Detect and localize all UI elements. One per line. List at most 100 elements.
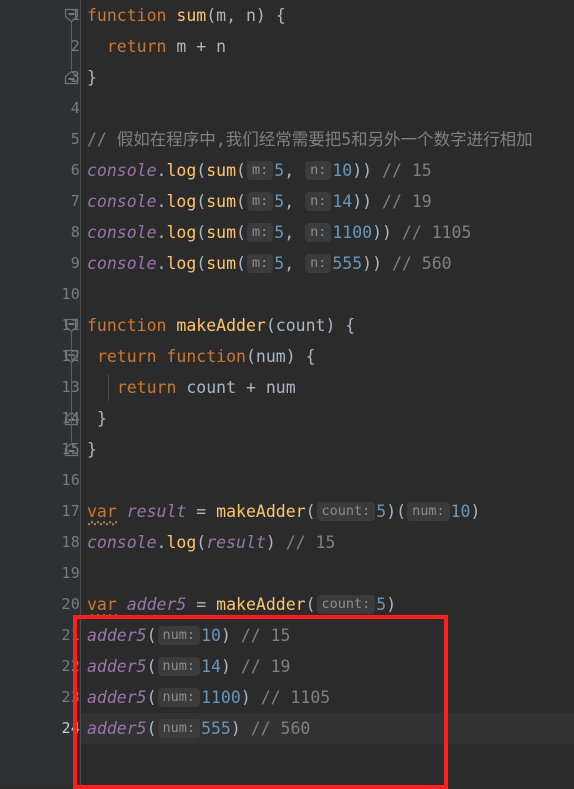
code-token-cmt: // 15 xyxy=(240,626,291,645)
code-line[interactable]: console.log(sum(m: 5, n: 1100)) // 1105 xyxy=(81,217,574,248)
fold-end-icon[interactable] xyxy=(64,70,79,85)
code-token-par: , xyxy=(284,254,305,273)
code-token-keyword-warning: var xyxy=(87,502,117,526)
code-line[interactable]: } xyxy=(81,403,574,434)
code-token-par: ) { xyxy=(285,347,316,366)
line-number: 7 xyxy=(70,192,80,210)
inline-parameter-hint: num: xyxy=(157,719,201,738)
inline-parameter-hint: m: xyxy=(246,161,274,180)
code-token-cmt: // 1105 xyxy=(401,223,472,242)
code-line[interactable]: } xyxy=(81,62,574,93)
code-token-par: , xyxy=(226,6,246,25)
code-line[interactable]: adder5(num: 14) // 19 xyxy=(81,651,574,682)
code-token-loc: m xyxy=(176,37,187,56)
code-line[interactable]: function sum(m, n) { xyxy=(81,0,574,31)
code-content-area[interactable]: function sum(m, n) { return m + n} // 假如在… xyxy=(81,0,574,785)
code-line[interactable] xyxy=(81,279,574,310)
fold-end-icon[interactable] xyxy=(64,442,79,457)
code-token-cmt: // 15 xyxy=(382,161,432,180)
code-line[interactable] xyxy=(81,93,574,124)
inline-parameter-hint: m: xyxy=(246,223,274,242)
code-token-loc: num xyxy=(255,347,286,366)
code-line[interactable]: var result = makeAdder(count: 5)(num: 10) xyxy=(81,496,574,527)
code-token-par: . xyxy=(156,161,167,180)
inline-parameter-hint: m: xyxy=(246,192,274,211)
code-token-loc: n xyxy=(216,37,227,56)
fold-collapse-icon[interactable] xyxy=(64,8,79,23)
code-token-loc: num xyxy=(265,378,296,397)
code-token-num: 5 xyxy=(376,595,387,614)
code-line[interactable]: return count + num xyxy=(81,372,574,403)
code-token-fn: sum xyxy=(206,223,237,242)
fold-connector-line xyxy=(71,363,72,411)
inline-parameter-hint: num: xyxy=(407,502,450,521)
code-line[interactable]: var adder5 = makeAdder(count: 5) xyxy=(81,589,574,620)
code-token-par: ( xyxy=(305,502,316,521)
code-line[interactable] xyxy=(81,558,574,589)
code-line[interactable] xyxy=(81,465,574,496)
code-token-fn: sum xyxy=(176,6,207,25)
code-token-par: ) xyxy=(386,595,397,614)
code-token-kw: return xyxy=(96,347,157,366)
code-line[interactable]: adder5(num: 555) // 560 xyxy=(81,713,574,744)
code-line[interactable]: adder5(num: 1100) // 1105 xyxy=(81,682,574,713)
code-token-par: , xyxy=(284,223,305,242)
code-line[interactable]: return m + n xyxy=(81,31,574,62)
code-token-num: 5 xyxy=(274,223,285,242)
code-token-fn: sum xyxy=(206,254,237,273)
code-token-par: ( xyxy=(265,316,276,335)
code-token-fn: makeAdder xyxy=(216,502,306,521)
indent-guide xyxy=(108,374,109,401)
line-number: 2 xyxy=(70,37,80,55)
code-token-num: 10 xyxy=(201,626,221,645)
code-line[interactable]: adder5(num: 10) // 15 xyxy=(81,620,574,651)
code-token-cmt: // 560 xyxy=(391,254,452,273)
code-token-num: 555 xyxy=(201,719,231,738)
editor-gutter[interactable]: 123456789101112131415161718192021222324 xyxy=(0,0,80,785)
code-line[interactable]: console.log(result) // 15 xyxy=(81,527,574,558)
code-token-par: ( xyxy=(236,223,246,242)
code-token-par: ( xyxy=(196,533,207,552)
code-token-par: ( xyxy=(196,192,207,211)
code-token-cmt: // 假如在程序中,我们经常需要把5和另外一个数字进行相加 xyxy=(87,130,533,149)
code-token-par: ) { xyxy=(255,6,286,25)
code-token-keyword-warning: var xyxy=(87,595,117,619)
code-token-fn: sum xyxy=(206,161,237,180)
code-line[interactable]: function makeAdder(count) { xyxy=(81,310,574,341)
code-token-par: ( xyxy=(236,161,246,180)
line-number: 18 xyxy=(61,533,80,551)
code-token-obj: adder5 xyxy=(87,657,147,676)
code-token-obj: console xyxy=(87,192,157,211)
code-token-par: )( xyxy=(386,502,407,521)
fold-collapse-icon[interactable] xyxy=(64,318,79,333)
code-line[interactable]: console.log(sum(m: 5, n: 14)) // 19 xyxy=(81,186,574,217)
code-line[interactable]: console.log(sum(m: 5, n: 555)) // 560 xyxy=(81,248,574,279)
code-line[interactable]: } xyxy=(81,434,574,465)
code-token-cmt: // 1105 xyxy=(260,688,331,707)
code-token-num: 5 xyxy=(274,161,285,180)
code-token-cmt: // 560 xyxy=(250,719,311,738)
code-token-par: ( xyxy=(206,6,217,25)
code-token-par: ) xyxy=(470,502,481,521)
code-token-fn: sum xyxy=(206,192,237,211)
code-token-par: ( xyxy=(236,254,246,273)
code-token-par: ) { xyxy=(325,316,356,335)
line-number: 4 xyxy=(70,99,80,117)
inline-parameter-hint: num: xyxy=(157,657,201,676)
code-token-par: . xyxy=(156,254,167,273)
code-line[interactable]: return function(num) { xyxy=(81,341,574,372)
line-number: 9 xyxy=(70,254,80,272)
code-line[interactable]: console.log(sum(m: 5, n: 10)) // 15 xyxy=(81,155,574,186)
code-editor[interactable]: 123456789101112131415161718192021222324 … xyxy=(0,0,574,789)
code-line[interactable]: // 假如在程序中,我们经常需要把5和另外一个数字进行相加 xyxy=(81,124,574,155)
code-token-par: . xyxy=(156,192,167,211)
code-token-loc: count xyxy=(275,316,326,335)
code-token-par: )) xyxy=(352,161,373,180)
